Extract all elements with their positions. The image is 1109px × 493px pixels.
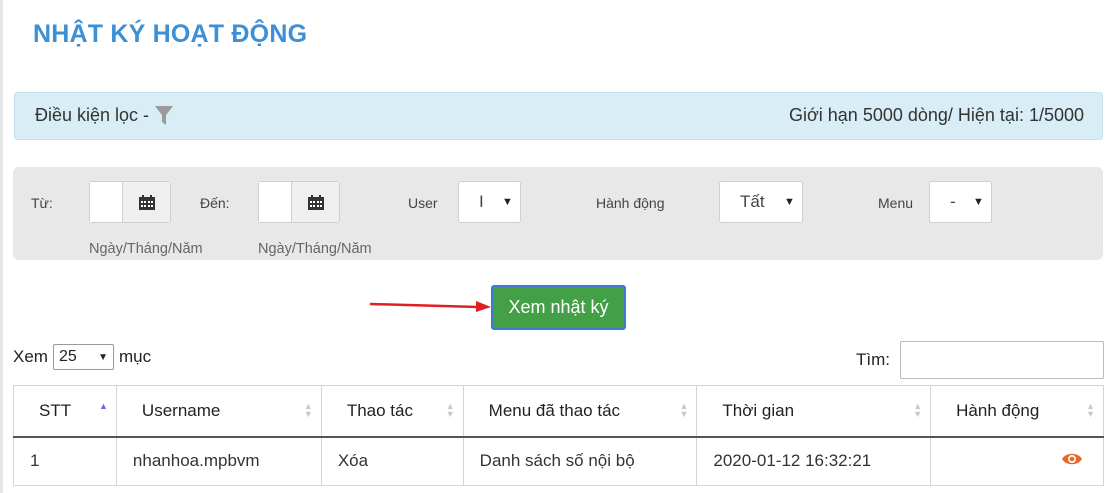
filter-panel: Từ: Ngày/Tháng/Năm Đến: Ngày/Tháng/Năm U…	[13, 167, 1103, 260]
dropdown-arrow-icon: ▼	[784, 196, 795, 208]
column-header-time[interactable]: Thời gian ▲ ▼	[696, 385, 932, 438]
action-select[interactable]: Tất ▼	[719, 181, 803, 223]
cell-username: nhanhoa.mpbvm	[115, 436, 322, 486]
eye-icon[interactable]	[1061, 452, 1083, 466]
to-date-format-hint: Ngày/Tháng/Năm	[258, 241, 372, 257]
to-date-label: Đến:	[200, 195, 230, 211]
menu-select-value: -	[950, 192, 956, 211]
dropdown-arrow-icon: ▼	[98, 351, 108, 363]
page-length-control: Xem 25 ▼ mục	[13, 344, 151, 370]
column-header-operation[interactable]: Thao tác ▲ ▼	[320, 385, 464, 438]
filter-label: Điều kiện lọc -	[35, 105, 150, 125]
column-header-username[interactable]: Username ▲ ▼	[115, 385, 322, 438]
action-label: Hành động	[596, 195, 665, 211]
menu-label: Menu	[878, 195, 914, 211]
dropdown-arrow-icon: ▼	[502, 196, 513, 208]
sort-icon: ▲ ▼	[445, 401, 455, 419]
page-length-select[interactable]: 25 ▼	[52, 344, 114, 370]
cell-menu: Danh sách số nội bộ	[462, 436, 698, 486]
cell-stt: 1	[13, 436, 117, 486]
filter-icon	[155, 105, 174, 125]
sort-ascending-icon: ▲	[99, 401, 108, 411]
from-date-picker[interactable]	[89, 181, 171, 223]
calendar-icon[interactable]	[292, 182, 339, 222]
sort-icon: ▲ ▼	[1086, 401, 1095, 419]
menu-select[interactable]: - ▼	[929, 181, 992, 223]
activity-log-table: STT ▲ Username ▲ ▼ Thao tác ▲ ▼ Menu đã thao …	[13, 385, 1104, 486]
cell-time: 2020-01-12 16:32:21	[696, 436, 932, 486]
user-select[interactable]: I ▼	[458, 181, 521, 223]
sort-icon: ▲ ▼	[679, 401, 689, 419]
user-select-value: I	[479, 192, 484, 211]
search-label: Tìm:	[856, 350, 890, 369]
column-header-action[interactable]: Hành động ▲ ▼	[930, 385, 1104, 438]
from-date-input[interactable]	[90, 182, 123, 222]
cell-action	[930, 436, 1104, 486]
dropdown-arrow-icon: ▼	[973, 196, 984, 208]
page-length-value: 25	[58, 348, 77, 365]
show-label: Xem	[13, 347, 48, 366]
row-limit-status: Giới hạn 5000 dòng/ Hiện tại: 1/5000	[788, 105, 1084, 125]
filter-toggle[interactable]: Điều kiện lọc -	[35, 105, 174, 126]
from-date-format-hint: Ngày/Tháng/Năm	[89, 241, 203, 257]
to-date-picker[interactable]	[258, 181, 340, 223]
search-input[interactable]	[900, 341, 1104, 379]
annotation-arrow-icon	[370, 301, 491, 312]
table-header-row: STT ▲ Username ▲ ▼ Thao tác ▲ ▼ Menu đã thao …	[13, 385, 1104, 438]
from-date-label: Từ:	[31, 195, 53, 211]
entries-label: mục	[118, 347, 152, 366]
left-border	[0, 0, 3, 493]
user-label: User	[408, 195, 438, 211]
action-select-value: Tất	[740, 192, 765, 211]
page-title: NHẬT KÝ HOẠT ĐỘNG	[33, 20, 308, 48]
to-date-input[interactable]	[259, 182, 292, 222]
sort-icon: ▲ ▼	[913, 401, 923, 419]
view-log-button[interactable]: Xem nhật ký	[491, 285, 626, 330]
sort-icon: ▲ ▼	[303, 401, 313, 419]
table-row: 1 nhanhoa.mpbvm Xóa Danh sách số nội bộ …	[13, 436, 1104, 486]
column-header-menu[interactable]: Menu đã thao tác ▲ ▼	[462, 385, 698, 438]
column-header-stt[interactable]: STT ▲	[13, 385, 117, 438]
calendar-icon[interactable]	[123, 182, 170, 222]
filter-conditions-bar[interactable]: Điều kiện lọc - Giới hạn 5000 dòng/ Hiện…	[14, 92, 1103, 140]
cell-operation: Xóa	[320, 436, 464, 486]
